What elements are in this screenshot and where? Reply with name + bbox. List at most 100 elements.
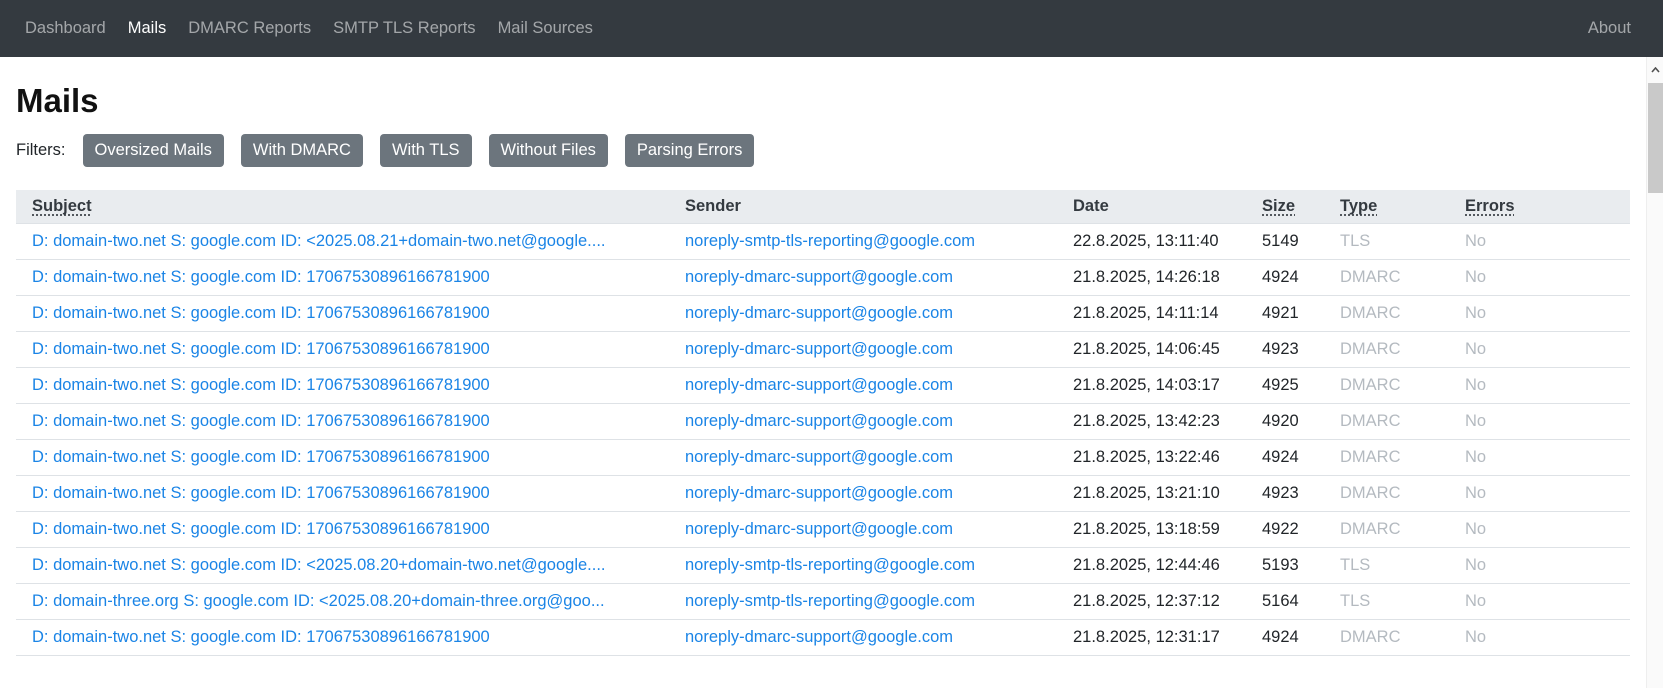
size-cell: 4924 bbox=[1246, 440, 1324, 476]
table-row: D: domain-two.net S: google.com ID: 1706… bbox=[16, 620, 1630, 656]
sender-cell: noreply-dmarc-support@google.com bbox=[669, 332, 1057, 368]
subject-cell: D: domain-two.net S: google.com ID: <202… bbox=[16, 224, 669, 260]
sender-link[interactable]: noreply-dmarc-support@google.com bbox=[685, 448, 953, 466]
date-cell: 21.8.2025, 14:06:45 bbox=[1057, 332, 1246, 368]
sender-link[interactable]: noreply-dmarc-support@google.com bbox=[685, 628, 953, 646]
sender-link[interactable]: noreply-dmarc-support@google.com bbox=[685, 376, 953, 394]
size-cell: 4920 bbox=[1246, 404, 1324, 440]
date-cell: 21.8.2025, 13:42:23 bbox=[1057, 404, 1246, 440]
subject-link[interactable]: D: domain-two.net S: google.com ID: 1706… bbox=[32, 520, 490, 538]
sender-cell: noreply-dmarc-support@google.com bbox=[669, 512, 1057, 548]
column-header-errors[interactable]: Errors bbox=[1449, 190, 1630, 224]
sender-link[interactable]: noreply-smtp-tls-reporting@google.com bbox=[685, 592, 975, 610]
scrollbar-thumb[interactable] bbox=[1648, 83, 1663, 193]
table-row: D: domain-two.net S: google.com ID: 1706… bbox=[16, 332, 1630, 368]
subject-link[interactable]: D: domain-two.net S: google.com ID: 1706… bbox=[32, 448, 490, 466]
vertical-scrollbar[interactable] bbox=[1646, 57, 1663, 688]
table-row: D: domain-two.net S: google.com ID: 1706… bbox=[16, 404, 1630, 440]
subject-cell: D: domain-two.net S: google.com ID: 1706… bbox=[16, 296, 669, 332]
errors-cell: No bbox=[1449, 260, 1630, 296]
subject-link[interactable]: D: domain-two.net S: google.com ID: <202… bbox=[32, 556, 606, 574]
sender-link[interactable]: noreply-dmarc-support@google.com bbox=[685, 304, 953, 322]
subject-cell: D: domain-two.net S: google.com ID: 1706… bbox=[16, 332, 669, 368]
filters-label: Filters: bbox=[16, 141, 66, 160]
nav-item-about[interactable]: About bbox=[1577, 11, 1631, 46]
type-cell: TLS bbox=[1324, 584, 1449, 620]
errors-cell: No bbox=[1449, 440, 1630, 476]
nav-item-dashboard[interactable]: Dashboard bbox=[25, 11, 117, 46]
subject-cell: D: domain-two.net S: google.com ID: 1706… bbox=[16, 368, 669, 404]
sender-cell: noreply-smtp-tls-reporting@google.com bbox=[669, 224, 1057, 260]
filter-button-without-files[interactable]: Without Files bbox=[489, 134, 608, 167]
mails-table-header: Subject Sender Date Size Type Errors bbox=[16, 190, 1630, 224]
subject-cell: D: domain-two.net S: google.com ID: 1706… bbox=[16, 404, 669, 440]
date-cell: 21.8.2025, 12:44:46 bbox=[1057, 548, 1246, 584]
subject-link[interactable]: D: domain-two.net S: google.com ID: 1706… bbox=[32, 304, 490, 322]
errors-cell: No bbox=[1449, 332, 1630, 368]
date-cell: 22.8.2025, 13:11:40 bbox=[1057, 224, 1246, 260]
errors-cell: No bbox=[1449, 296, 1630, 332]
filter-button-parsing-errors[interactable]: Parsing Errors bbox=[625, 134, 754, 167]
type-cell: TLS bbox=[1324, 548, 1449, 584]
size-cell: 4923 bbox=[1246, 476, 1324, 512]
filter-button-with-tls[interactable]: With TLS bbox=[380, 134, 472, 167]
filter-button-oversized-mails[interactable]: Oversized Mails bbox=[83, 134, 224, 167]
scroll-up-arrow-icon[interactable] bbox=[1647, 57, 1663, 83]
sender-link[interactable]: noreply-dmarc-support@google.com bbox=[685, 484, 953, 502]
subject-link[interactable]: D: domain-two.net S: google.com ID: 1706… bbox=[32, 376, 490, 394]
nav-item-mails[interactable]: Mails bbox=[117, 11, 178, 46]
sender-link[interactable]: noreply-dmarc-support@google.com bbox=[685, 520, 953, 538]
errors-cell: No bbox=[1449, 548, 1630, 584]
errors-cell: No bbox=[1449, 512, 1630, 548]
nav-item-smtp-tls-reports[interactable]: SMTP TLS Reports bbox=[322, 11, 486, 46]
column-header-subject[interactable]: Subject bbox=[16, 190, 669, 224]
sender-cell: noreply-dmarc-support@google.com bbox=[669, 296, 1057, 332]
type-cell: DMARC bbox=[1324, 260, 1449, 296]
subject-link[interactable]: D: domain-two.net S: google.com ID: 1706… bbox=[32, 412, 490, 430]
subject-link[interactable]: D: domain-two.net S: google.com ID: <202… bbox=[32, 232, 606, 250]
sender-link[interactable]: noreply-smtp-tls-reporting@google.com bbox=[685, 556, 975, 574]
errors-cell: No bbox=[1449, 584, 1630, 620]
filters-bar: Filters: Oversized Mails With DMARC With… bbox=[16, 134, 1630, 167]
sender-cell: noreply-dmarc-support@google.com bbox=[669, 404, 1057, 440]
type-cell: DMARC bbox=[1324, 332, 1449, 368]
type-cell: DMARC bbox=[1324, 440, 1449, 476]
errors-cell: No bbox=[1449, 404, 1630, 440]
type-cell: TLS bbox=[1324, 224, 1449, 260]
subject-cell: D: domain-two.net S: google.com ID: 1706… bbox=[16, 620, 669, 656]
table-row: D: domain-three.org S: google.com ID: <2… bbox=[16, 584, 1630, 620]
sender-link[interactable]: noreply-smtp-tls-reporting@google.com bbox=[685, 232, 975, 250]
table-row: D: domain-two.net S: google.com ID: 1706… bbox=[16, 296, 1630, 332]
subject-link[interactable]: D: domain-two.net S: google.com ID: 1706… bbox=[32, 628, 490, 646]
errors-cell: No bbox=[1449, 224, 1630, 260]
page-title: Mails bbox=[16, 82, 1630, 120]
top-navbar: Dashboard Mails DMARC Reports SMTP TLS R… bbox=[0, 0, 1663, 57]
sender-link[interactable]: noreply-dmarc-support@google.com bbox=[685, 412, 953, 430]
column-header-type[interactable]: Type bbox=[1324, 190, 1449, 224]
errors-cell: No bbox=[1449, 620, 1630, 656]
subject-cell: D: domain-three.org S: google.com ID: <2… bbox=[16, 584, 669, 620]
date-cell: 21.8.2025, 14:03:17 bbox=[1057, 368, 1246, 404]
main-content: Mails Filters: Oversized Mails With DMAR… bbox=[0, 82, 1646, 656]
type-cell: DMARC bbox=[1324, 620, 1449, 656]
subject-cell: D: domain-two.net S: google.com ID: 1706… bbox=[16, 476, 669, 512]
subject-link[interactable]: D: domain-two.net S: google.com ID: 1706… bbox=[32, 268, 490, 286]
date-cell: 21.8.2025, 12:31:17 bbox=[1057, 620, 1246, 656]
sender-link[interactable]: noreply-dmarc-support@google.com bbox=[685, 340, 953, 358]
table-row: D: domain-two.net S: google.com ID: 1706… bbox=[16, 440, 1630, 476]
subject-link[interactable]: D: domain-two.net S: google.com ID: 1706… bbox=[32, 484, 490, 502]
table-row: D: domain-two.net S: google.com ID: <202… bbox=[16, 548, 1630, 584]
nav-item-mail-sources[interactable]: Mail Sources bbox=[487, 11, 604, 46]
sender-cell: noreply-dmarc-support@google.com bbox=[669, 368, 1057, 404]
errors-cell: No bbox=[1449, 476, 1630, 512]
errors-cell: No bbox=[1449, 368, 1630, 404]
subject-link[interactable]: D: domain-three.org S: google.com ID: <2… bbox=[32, 592, 605, 610]
sender-link[interactable]: noreply-dmarc-support@google.com bbox=[685, 268, 953, 286]
nav-item-dmarc-reports[interactable]: DMARC Reports bbox=[177, 11, 322, 46]
date-cell: 21.8.2025, 14:26:18 bbox=[1057, 260, 1246, 296]
subject-link[interactable]: D: domain-two.net S: google.com ID: 1706… bbox=[32, 340, 490, 358]
column-header-sender: Sender bbox=[669, 190, 1057, 224]
column-header-size[interactable]: Size bbox=[1246, 190, 1324, 224]
filter-button-with-dmarc[interactable]: With DMARC bbox=[241, 134, 363, 167]
size-cell: 4925 bbox=[1246, 368, 1324, 404]
